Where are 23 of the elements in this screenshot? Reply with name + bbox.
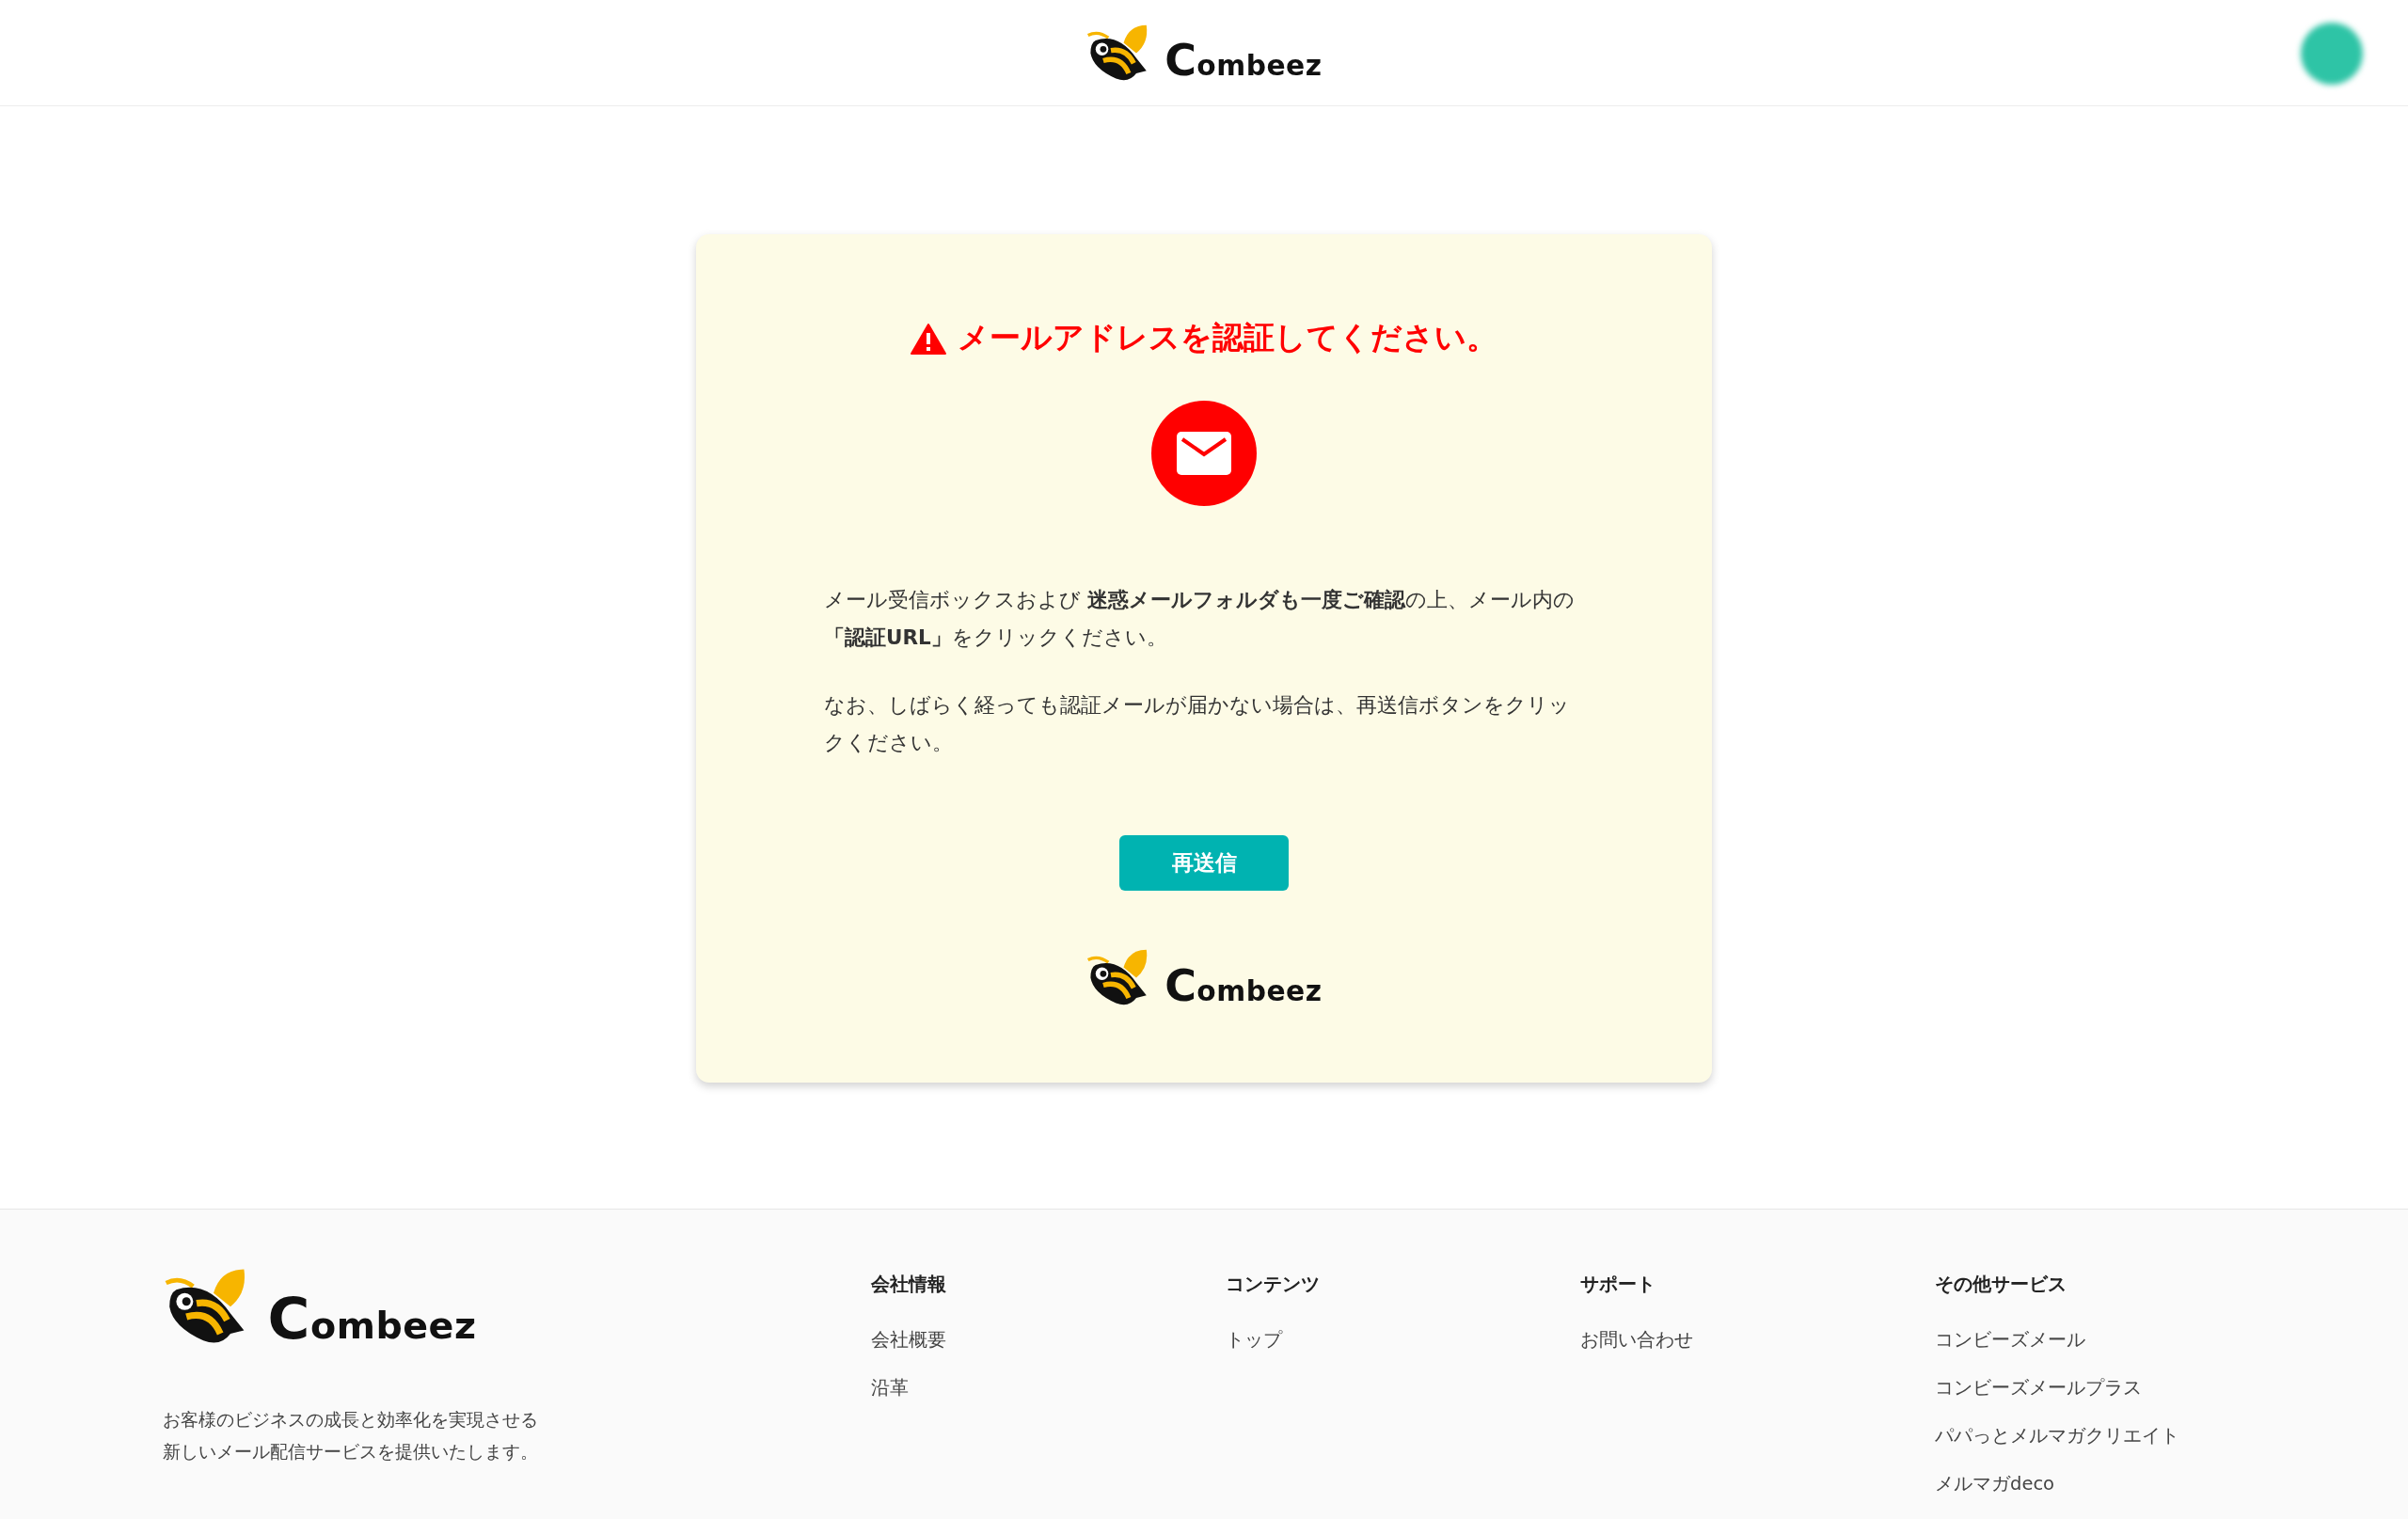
footer-link[interactable]: コンビーズメールプラス <box>1935 1364 2289 1412</box>
logo-text: Combeez <box>1164 40 1323 84</box>
footer-link[interactable]: コンビーズメール <box>1935 1316 2289 1364</box>
footer-link[interactable]: お問い合わせ <box>1580 1316 1935 1364</box>
footer-link[interactable]: 会社概要 <box>871 1316 1226 1364</box>
footer-heading: その他サービス <box>1935 1272 2067 1297</box>
footer-link[interactable]: 沿革 <box>871 1364 1226 1412</box>
warning-icon <box>911 322 946 355</box>
footer-tagline: 新しいメール配信サービスを提供いたします。 <box>163 1440 539 1464</box>
instruction-text: なお、しばらく経っても認証メールが届かない場合は、再送信ボタンをクリックください。 <box>824 692 1571 756</box>
logo-text: Combeez <box>1164 964 1323 1008</box>
footer-tagline: お客様のビジネスの成長と効率化を実現させる <box>163 1408 539 1432</box>
envelope-icon <box>1177 432 1231 475</box>
logo-text: Combeez <box>267 1290 477 1348</box>
avatar-circle[interactable] <box>2301 23 2363 85</box>
card-title: メールアドレスを認証してください。 <box>958 318 1497 357</box>
footer-link[interactable]: メルマガdeco <box>1935 1460 2289 1508</box>
footer-heading: 会社情報 <box>871 1272 947 1297</box>
footer-link[interactable]: パパっとメルマガクリエイト <box>1935 1412 2289 1460</box>
instruction-text: メール受信ボックスおよび 迷惑メールフォルダも一度ご確認の上、メール内の「認証URL」をクリックください。 <box>824 587 1576 651</box>
footer-heading: サポート <box>1580 1272 1656 1297</box>
footer-link[interactable]: トップ <box>1226 1316 1580 1364</box>
footer-heading: コンテンツ <box>1226 1272 1321 1297</box>
